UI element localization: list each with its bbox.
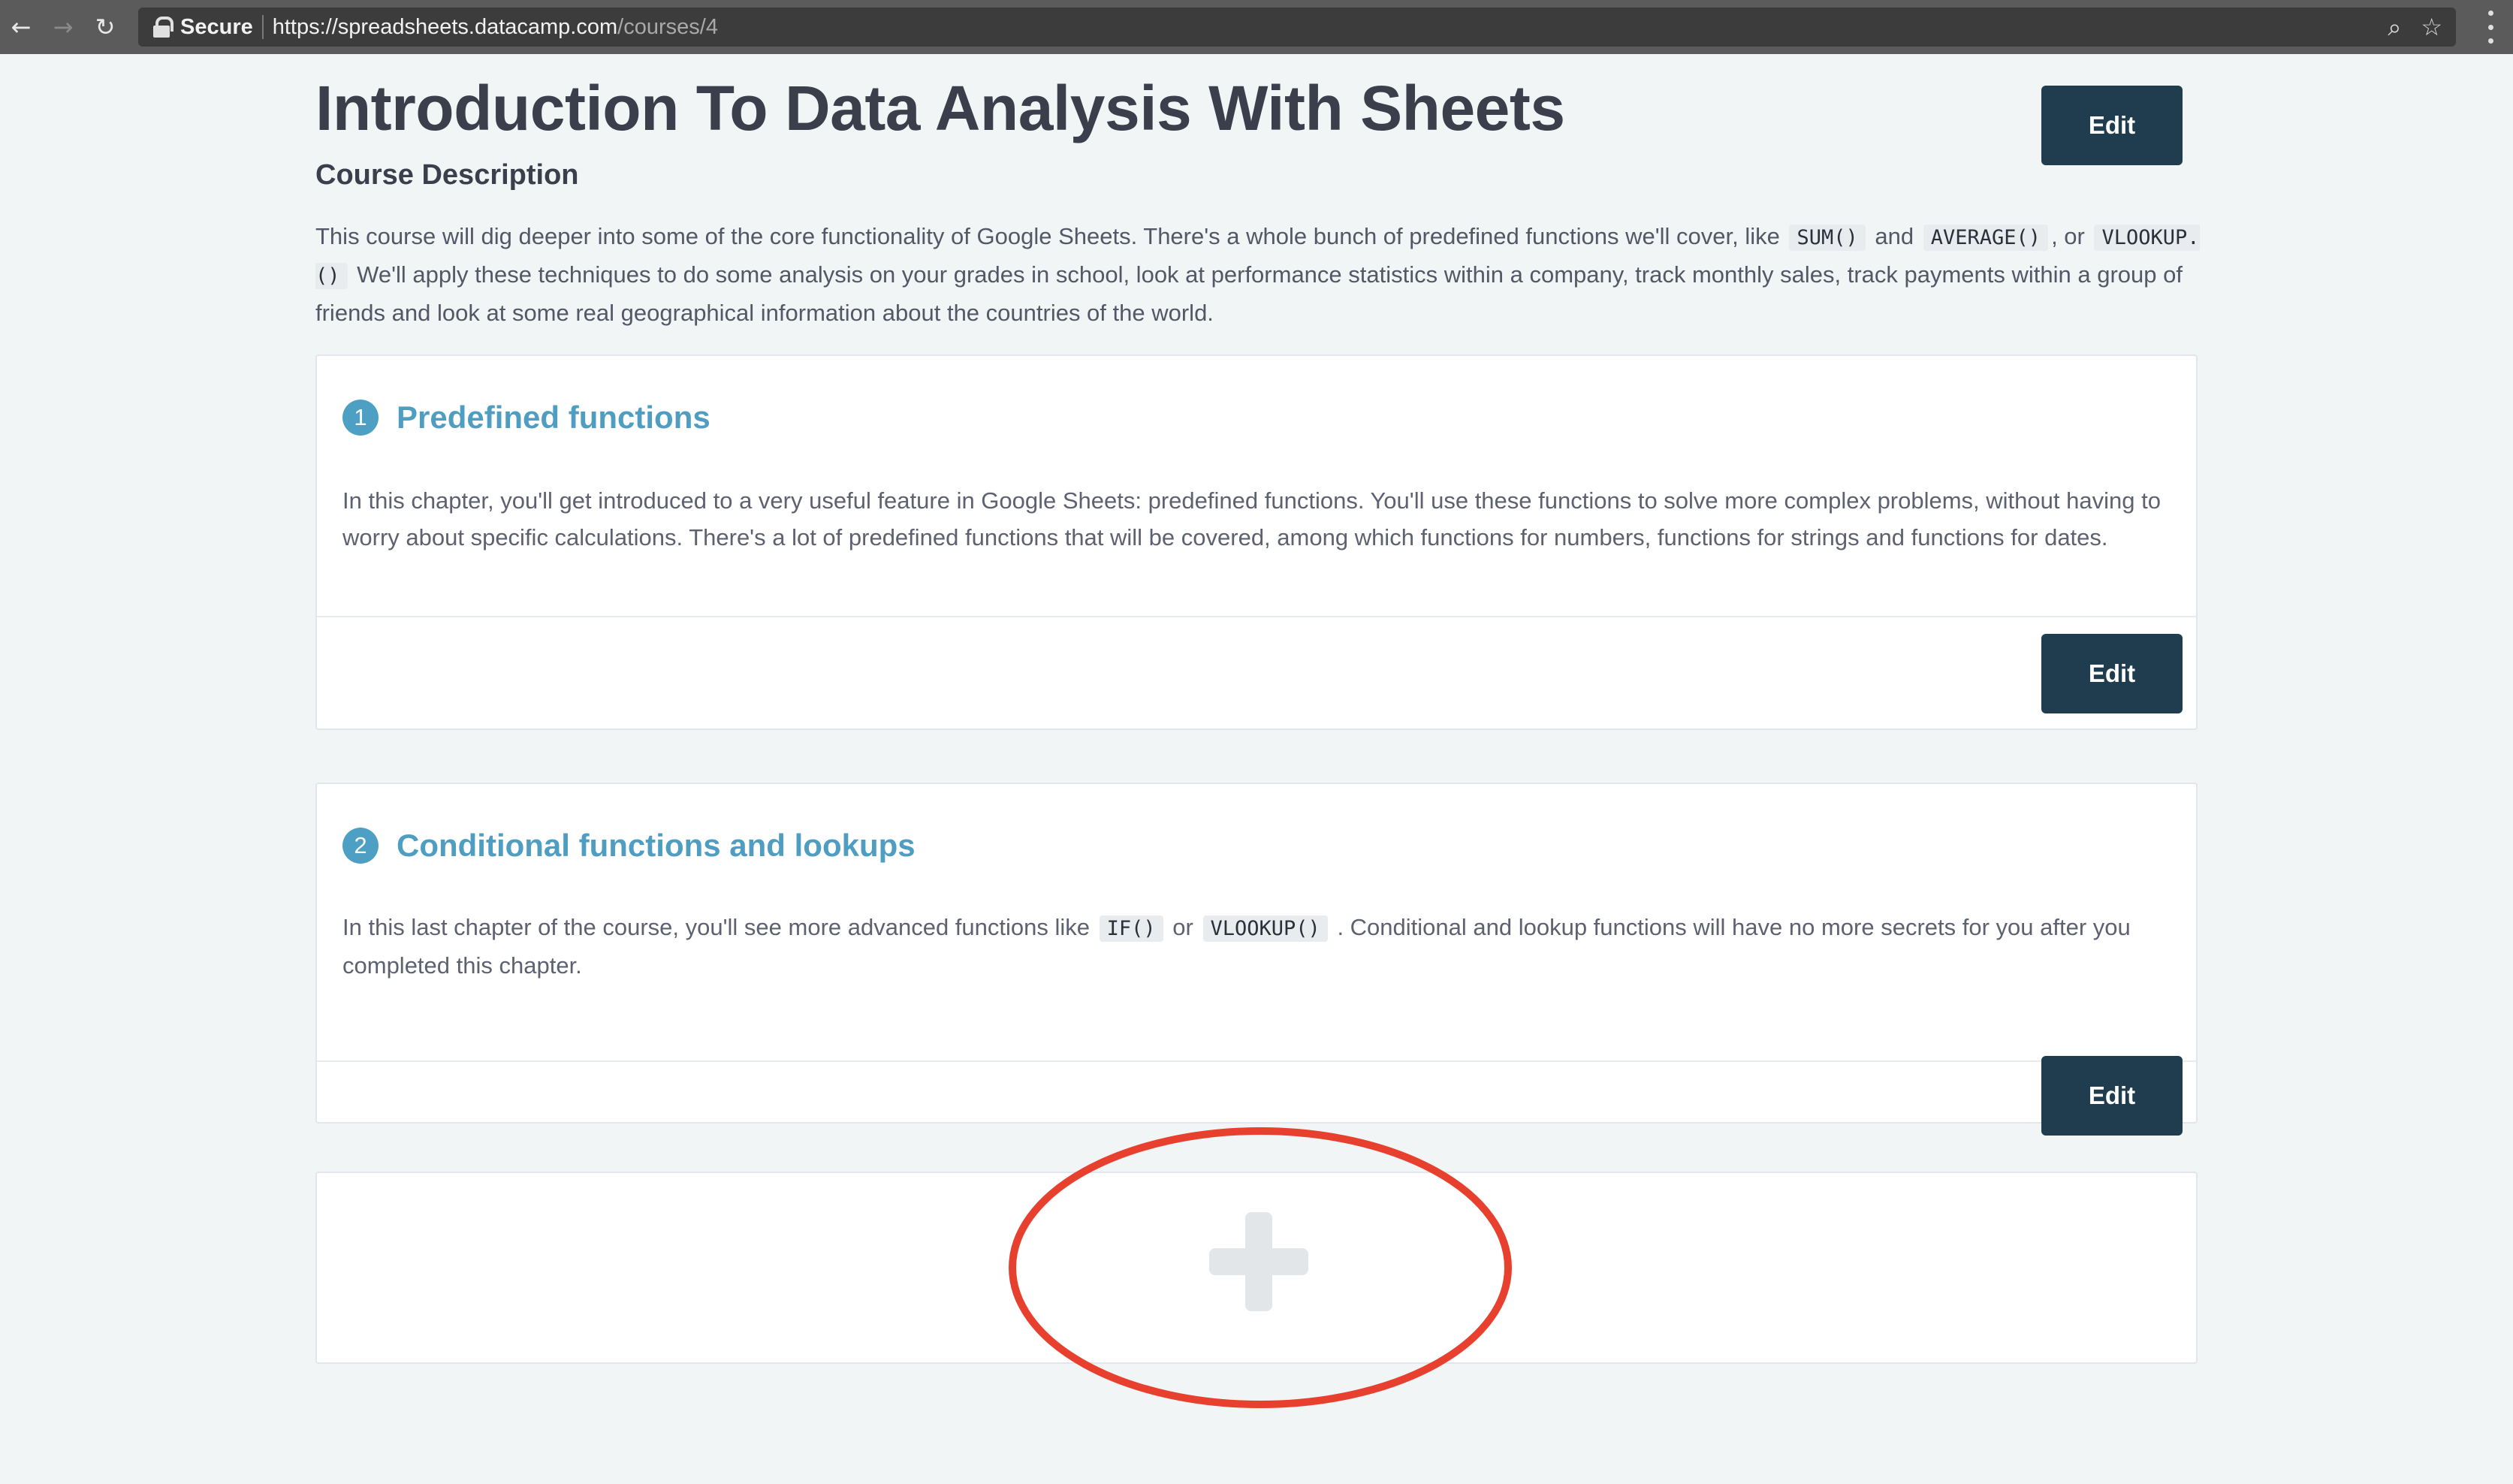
plus-icon[interactable] — [1209, 1212, 1308, 1311]
chapter-header-2: 2 Conditional functions and lookups — [342, 828, 916, 864]
description-text: In this last chapter of the course, you'… — [342, 914, 1091, 940]
browser-menu-icon[interactable] — [2483, 11, 2498, 44]
edit-chapter-1-button[interactable]: Edit — [2041, 634, 2183, 713]
code-sum: SUM() — [1789, 225, 1866, 251]
edit-chapter-2-button[interactable]: Edit — [2041, 1056, 2183, 1136]
chapter-title-1[interactable]: Predefined functions — [397, 400, 710, 436]
code-average: AVERAGE() — [1923, 225, 2049, 251]
back-arrow-icon[interactable]: ← — [0, 0, 42, 54]
reload-icon[interactable]: ↻ — [84, 0, 126, 54]
bookmark-star-icon[interactable]: ☆ — [2421, 13, 2442, 41]
card-divider — [317, 1060, 2196, 1062]
lock-icon — [153, 17, 173, 38]
forward-arrow-icon[interactable]: → — [42, 0, 84, 54]
code-if: IF() — [1099, 915, 1163, 942]
chapter-number-badge: 2 — [342, 828, 379, 864]
chapter-header-1: 1 Predefined functions — [342, 400, 710, 436]
code-vlookup: VLOOKUP() — [1202, 915, 1328, 942]
edit-course-button[interactable]: Edit — [2041, 86, 2183, 165]
browser-toolbar: ← → ↻ Secure https://spreadsheets.dataca… — [0, 0, 2513, 54]
course-description: This course will dig deeper into some of… — [315, 218, 2201, 331]
address-bar[interactable]: Secure https://spreadsheets.datacamp.com… — [138, 8, 2456, 47]
description-text: and — [1875, 223, 1914, 249]
chapter-description-2: In this last chapter of the course, you'… — [342, 909, 2175, 984]
course-description-heading: Course Description — [315, 159, 579, 191]
address-separator — [261, 15, 264, 39]
description-text: , or — [2051, 223, 2085, 249]
description-text: or — [1172, 914, 1193, 940]
url-host: https://spreadsheets.datacamp.com — [272, 14, 618, 39]
chapter-card-2: 2 Conditional functions and lookups In t… — [315, 783, 2198, 1136]
description-text: This course will dig deeper into some of… — [315, 223, 1780, 249]
chapter-description-1: In this chapter, you'll get introduced t… — [342, 487, 2161, 550]
chapter-card-1: 1 Predefined functions In this chapter, … — [315, 354, 2198, 730]
card-divider — [317, 616, 2196, 617]
secure-label: Secure — [180, 14, 253, 39]
description-text: We'll apply these techniques to do some … — [315, 261, 2183, 326]
chapter-title-2[interactable]: Conditional functions and lookups — [397, 828, 916, 864]
zoom-icon[interactable]: ⌕ — [2388, 13, 2401, 42]
url-path: /courses/4 — [617, 14, 718, 39]
chapter-number-badge: 1 — [342, 400, 379, 436]
course-title: Introduction To Data Analysis With Sheet… — [315, 73, 1565, 143]
add-chapter-card[interactable] — [315, 1172, 2198, 1364]
